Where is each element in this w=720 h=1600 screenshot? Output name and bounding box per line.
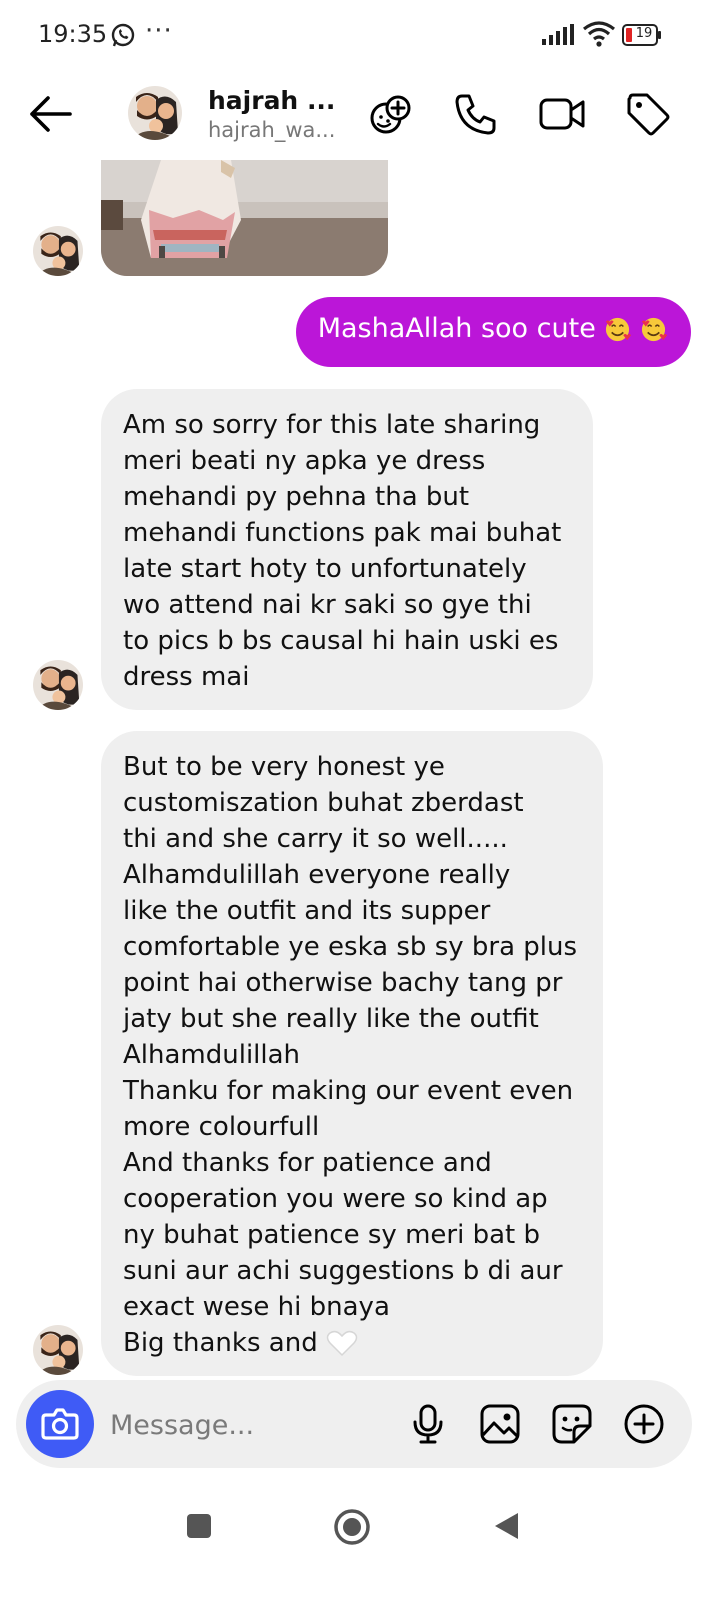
camera-button[interactable] xyxy=(26,1390,94,1458)
status-bar: 19:35 ··· 19 xyxy=(0,0,720,70)
system-navigation-bar xyxy=(0,1480,720,1600)
message-line: dress mai xyxy=(123,662,250,692)
gallery-icon[interactable] xyxy=(478,1402,522,1446)
message-line: But to be very honest ye xyxy=(123,752,445,782)
message-line: to pics b bs causal hi hain uski es xyxy=(123,626,559,656)
avatar[interactable] xyxy=(128,86,182,140)
message-line: meri beati ny apka ye dress xyxy=(123,446,486,476)
message-line: exact wese hi bnaya xyxy=(123,1292,390,1322)
photo-thumbnail xyxy=(101,160,388,276)
white-heart-icon xyxy=(326,1330,358,1357)
add-icon[interactable] xyxy=(622,1402,666,1446)
message-line-text: Big thanks and xyxy=(123,1328,318,1358)
message-line: more colourfull xyxy=(123,1112,320,1142)
sticker-icon[interactable] xyxy=(550,1402,594,1446)
back-nav-icon[interactable] xyxy=(492,1511,520,1541)
message-line: And thanks for patience and xyxy=(123,1148,492,1178)
incoming-message[interactable]: Am so sorry for this late sharing meri b… xyxy=(101,389,593,710)
sender-avatar[interactable] xyxy=(33,226,83,276)
contact-username[interactable]: hajrah_wa... xyxy=(208,118,335,142)
microphone-icon[interactable] xyxy=(406,1402,450,1446)
message-line: mehandi functions pak mai buhat xyxy=(123,518,562,548)
message-input[interactable] xyxy=(108,1400,402,1450)
status-time: 19:35 xyxy=(38,20,108,48)
message-line: like the outfit and its supper xyxy=(123,896,491,926)
message-line: Alhamdulillah xyxy=(123,1040,301,1070)
message-thread[interactable]: MashaAllah soo cute Am so sorry for this… xyxy=(0,160,720,1380)
message-line: thi and she carry it so well..... xyxy=(123,824,508,854)
video-call-icon[interactable] xyxy=(538,90,586,138)
avatar-illustration-icon xyxy=(33,226,83,276)
outgoing-message[interactable]: MashaAllah soo cute xyxy=(295,297,691,367)
sender-avatar[interactable] xyxy=(33,660,83,710)
message-text: MashaAllah soo cute xyxy=(317,313,596,344)
message-line: suni aur achi suggestions b di aur xyxy=(123,1256,563,1286)
message-line: point hai otherwise bachy tang pr xyxy=(123,968,563,998)
chat-header: hajrah ... hajrah_wa... xyxy=(0,70,720,160)
photo-message[interactable] xyxy=(101,160,388,276)
home-icon[interactable] xyxy=(333,1508,371,1546)
contact-name[interactable]: hajrah ... xyxy=(208,86,335,115)
message-line: wo attend nai kr saki so gye thi xyxy=(123,590,532,620)
avatar-illustration-icon xyxy=(33,660,83,710)
incoming-message[interactable]: But to be very honest ye customiszation … xyxy=(101,731,603,1376)
phone-icon[interactable] xyxy=(452,90,500,138)
message-line: customiszation buhat zberdast xyxy=(123,788,524,818)
tag-icon[interactable] xyxy=(624,90,672,138)
message-line: Big thanks and xyxy=(123,1325,581,1361)
wifi-icon xyxy=(583,21,615,47)
smiling-face-with-hearts-icon xyxy=(641,317,667,342)
smiling-face-with-hearts-icon xyxy=(606,317,632,342)
avatar-illustration-icon xyxy=(128,86,182,140)
whatsapp-icon xyxy=(111,23,135,47)
camera-icon xyxy=(41,1408,79,1440)
back-arrow-icon[interactable] xyxy=(28,94,74,134)
signal-icon xyxy=(542,24,574,45)
recents-icon[interactable] xyxy=(186,1513,212,1539)
message-line: cooperation you were so kind ap xyxy=(123,1184,548,1214)
battery-level: 19 xyxy=(635,26,653,41)
message-line: ny buhat patience sy meri bat b xyxy=(123,1220,540,1250)
avatar-illustration-icon xyxy=(33,1325,83,1375)
effects-icon[interactable] xyxy=(366,90,414,138)
message-line: comfortable ye eska sb sy bra plus xyxy=(123,932,578,962)
message-line: late start hoty to unfortunately xyxy=(123,554,527,584)
message-line: mehandi py pehna tha but xyxy=(123,482,470,512)
sender-avatar[interactable] xyxy=(33,1325,83,1375)
message-composer xyxy=(16,1380,692,1468)
message-line: jaty but she really like the outfit xyxy=(123,1004,539,1034)
notification-more-indicator: ··· xyxy=(145,16,173,46)
message-line: Alhamdulillah everyone really xyxy=(123,860,511,890)
message-line: Am so sorry for this late sharing xyxy=(123,410,541,440)
message-line: Thanku for making our event even xyxy=(123,1076,574,1106)
